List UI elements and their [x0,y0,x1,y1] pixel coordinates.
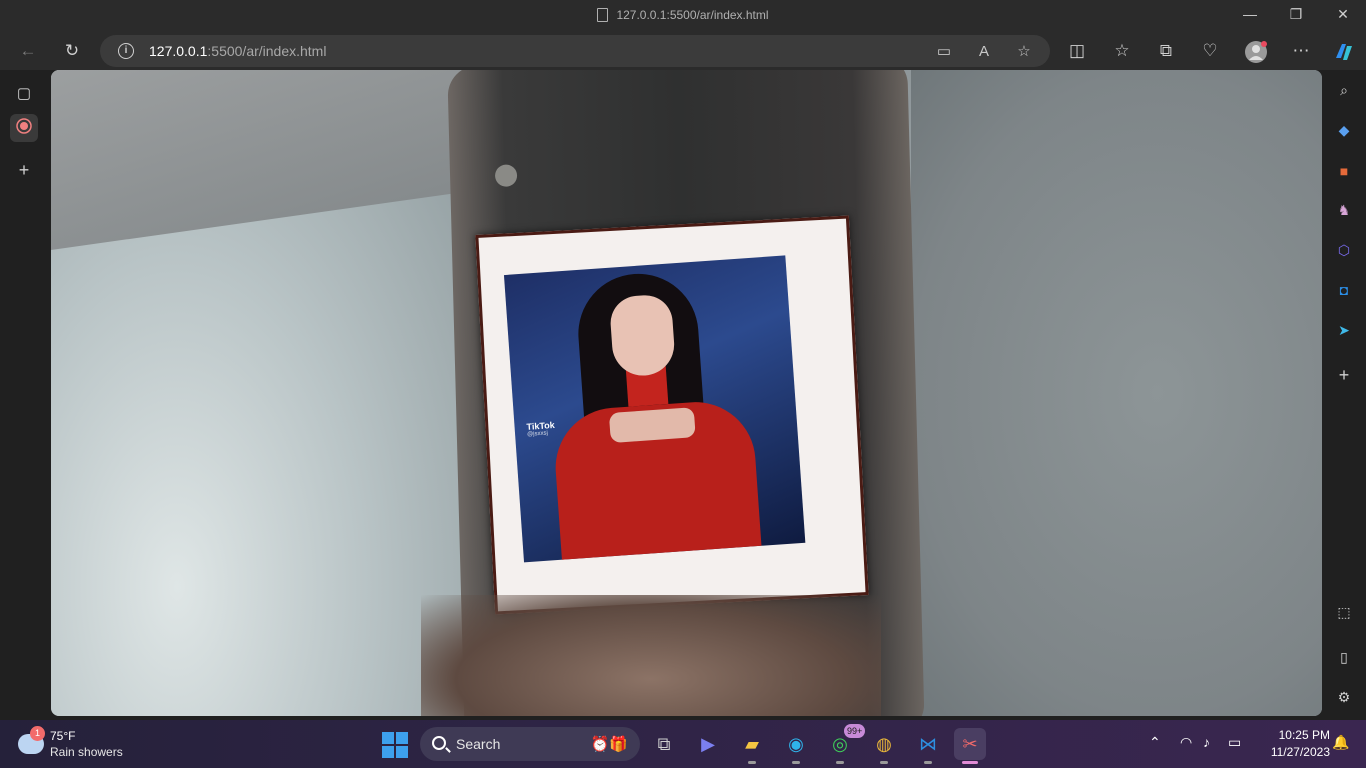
start-button[interactable] [382,732,408,758]
ar-photo-frame: TikTok @jsxxsj [475,215,869,615]
split-screen-icon[interactable]: ◫ [1062,36,1092,66]
vscode-icon[interactable]: ⋈ [912,728,944,764]
read-aloud-icon[interactable]: A [973,41,995,63]
copilot-icon[interactable] [1329,36,1359,66]
clock-date: 11/27/2023 [1270,745,1330,759]
browser-essentials-icon[interactable]: ♡ [1195,36,1225,66]
screenshot-icon[interactable]: ⬚ [1332,600,1356,624]
refresh-button[interactable]: ↻ [57,36,87,66]
document-icon [597,8,609,22]
taskbar-search[interactable]: Search ⏰🎁 [420,727,640,761]
show-hidden-icons-chevron-icon[interactable]: ⌃ [1149,734,1161,751]
hand [421,595,881,716]
favorite-star-icon[interactable]: ☆ [1013,41,1035,63]
wifi-icon[interactable]: ◠ [1180,734,1192,751]
volume-icon[interactable]: ♪ [1203,734,1210,750]
chrome-icon[interactable]: ◍ [868,728,900,764]
settings-gear-icon[interactable]: ⚙ [1332,685,1356,709]
teams-chat-icon[interactable]: ▶ [692,728,724,760]
background-carpet-right [911,70,1322,716]
tab-actions-icon[interactable]: ▢ [10,80,38,108]
phone-camera [494,164,518,187]
favorites-icon[interactable]: ☆ [1107,36,1137,66]
minimize-button[interactable]: — [1235,6,1265,26]
tiktok-watermark: TikTok @jsxxsj [526,419,556,438]
url-path: :5500/ar/index.html [207,43,327,59]
search-icon[interactable]: ⌕ [1332,78,1356,102]
windows-taskbar: 1 75°F Rain showers Search ⏰🎁 ⧉ ▶ ▰ ◉ ◎ 9… [0,720,1366,768]
weather-condition: Rain showers [50,745,123,759]
battery-icon[interactable]: ▭ [1228,734,1241,751]
whatsapp-icon[interactable]: ◎ 99+ [824,724,866,764]
whatsapp-unread-badge: 99+ [844,724,866,738]
weather-notification-badge: 1 [30,726,45,741]
ar-camera-view: TikTok @jsxxsj [51,70,1322,716]
url-text[interactable]: 127.0.0.1:5500/ar/index.html [149,43,326,59]
notification-bell-icon[interactable]: 🔔 [1332,734,1349,751]
address-bar[interactable]: i 127.0.0.1:5500/ar/index.html ▭ A ☆ [100,35,1050,67]
search-highlight-icon: ⏰🎁 [590,736,628,753]
ar-overlay-photo: TikTok @jsxxsj [503,255,806,563]
profile-avatar[interactable] [1241,36,1271,66]
title-bar: 127.0.0.1:5500/ar/index.html — ❐ ✕ [0,0,1366,32]
games-icon[interactable]: ♞ [1332,198,1356,222]
weather-temperature: 75°F [50,729,76,743]
file-explorer-icon[interactable]: ▰ [736,728,768,764]
weather-widget[interactable]: 1 75°F Rain showers [16,726,156,762]
camera-icon[interactable]: ▭ [933,41,955,63]
restore-button[interactable]: ❐ [1281,6,1311,26]
more-menu-icon[interactable]: ⋯ [1286,36,1316,66]
search-label: Search [456,736,501,752]
edge-browser-icon[interactable]: ◉ [780,728,812,764]
add-sidebar-app-icon[interactable]: + [1332,363,1356,387]
site-info-icon[interactable]: i [118,43,134,59]
edge-sidebar: ⌕ ◆ ■ ♞ ⬡ ◘ ➤ + ⬚ ▯ ⚙ [1322,70,1366,720]
search-icon [432,736,446,750]
microsoft-365-icon[interactable]: ⬡ [1332,238,1356,262]
send-icon[interactable]: ➤ [1332,318,1356,342]
clock-time: 10:25 PM [1278,728,1330,742]
browser-toolbar: ← ↻ i 127.0.0.1:5500/ar/index.html ▭ A ☆… [0,32,1366,70]
active-tab-recording-icon[interactable] [10,114,38,142]
new-tab-icon[interactable]: + [10,156,38,184]
system-clock[interactable]: 10:25 PM 11/27/2023 [1254,727,1330,761]
window-title: 127.0.0.1:5500/ar/index.html [0,8,1366,22]
outlook-icon[interactable]: ◘ [1332,278,1356,302]
window-title-text: 127.0.0.1:5500/ar/index.html [616,8,769,22]
task-view-icon[interactable]: ⧉ [648,728,680,760]
url-host: 127.0.0.1 [149,43,208,59]
vertical-tab-bar: ▢ + [0,70,48,720]
collections-icon[interactable]: ⧉ [1151,36,1181,66]
close-button[interactable]: ✕ [1328,6,1358,26]
shopping-tag-icon[interactable]: ◆ [1332,118,1356,142]
back-button[interactable]: ← [13,36,43,66]
snipping-tool-icon[interactable]: ✂ [954,728,986,764]
background-carpet-left [51,70,481,716]
hide-sidebar-icon[interactable]: ▯ [1332,645,1356,669]
tools-icon[interactable]: ■ [1332,159,1356,183]
